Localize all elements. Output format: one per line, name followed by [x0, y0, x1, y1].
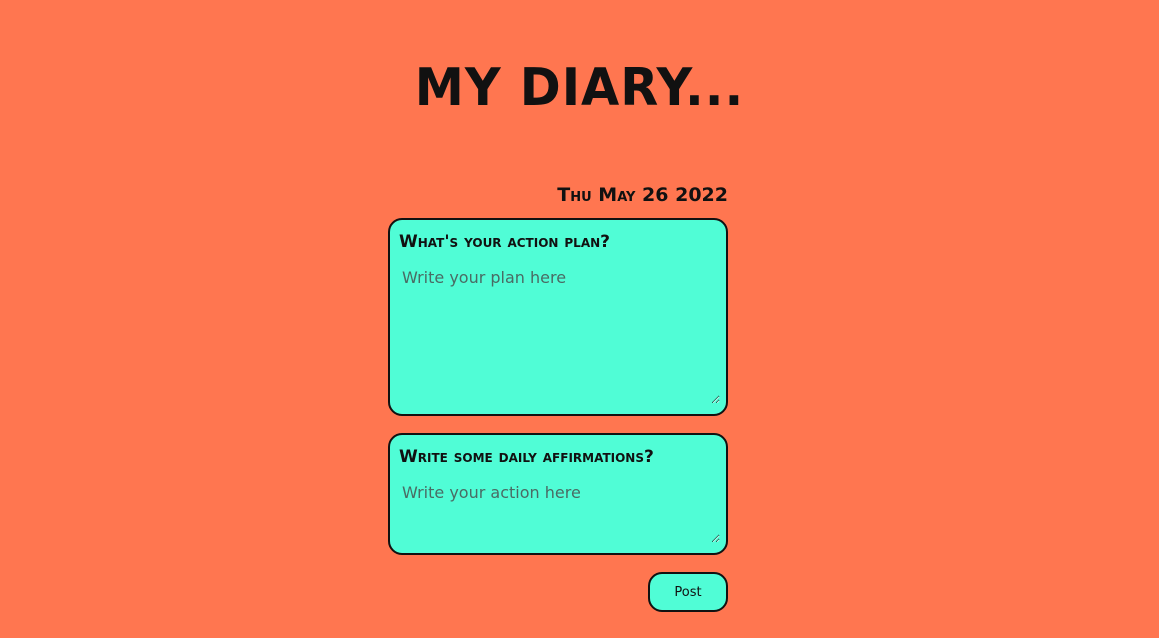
action-plan-card: What's your action plan?: [388, 218, 728, 416]
action-plan-input[interactable]: [398, 266, 720, 404]
affirmations-input[interactable]: [398, 481, 720, 543]
action-plan-label: What's your action plan?: [399, 232, 611, 252]
page-title: MY DIARY...: [414, 58, 745, 118]
entry-date: Thu May 26 2022: [557, 184, 728, 206]
post-button[interactable]: Post: [648, 572, 728, 612]
diary-page: MY DIARY... Thu May 26 2022 What's your …: [0, 0, 1159, 638]
affirmations-label: Write some daily affirmations?: [399, 447, 654, 467]
affirmations-card: Write some daily affirmations?: [388, 433, 728, 555]
